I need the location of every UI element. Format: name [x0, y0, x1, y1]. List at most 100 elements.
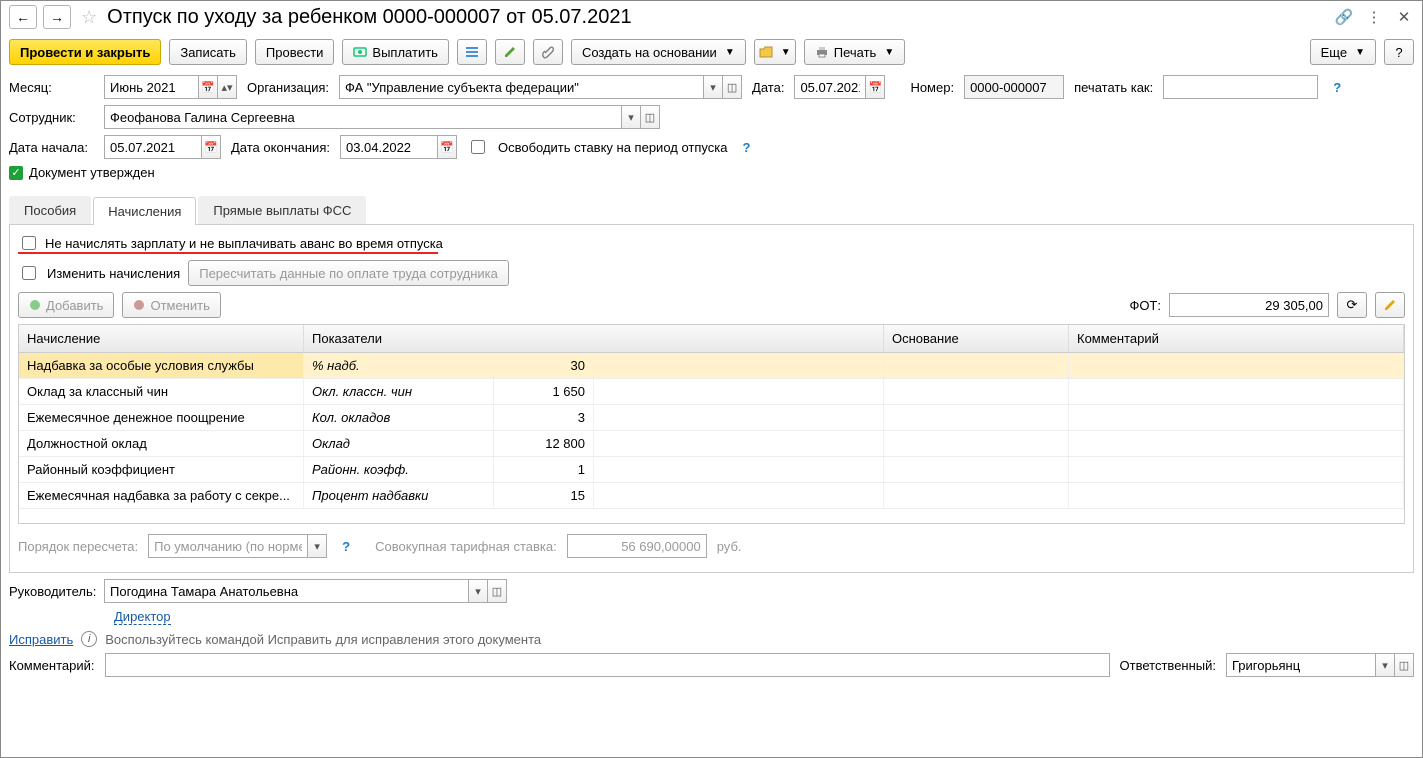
date-input[interactable]: [794, 75, 866, 99]
cell-basis: [884, 483, 1069, 508]
cell-comment: [1069, 353, 1404, 378]
nav-back-button[interactable]: ←: [9, 5, 37, 29]
calendar-icon[interactable]: 📅: [198, 75, 218, 99]
month-input[interactable]: [104, 75, 199, 99]
approved-checkbox[interactable]: ✓: [9, 166, 23, 180]
highlight-underline: [18, 252, 438, 254]
stepper-icon[interactable]: ▴▾: [217, 75, 237, 99]
create-based-button[interactable]: Создать на основании▼: [571, 39, 746, 65]
comment-field[interactable]: [105, 653, 1110, 677]
open-icon[interactable]: ◫: [640, 105, 660, 129]
table-row[interactable]: Ежемесячное денежное поощрениеКол. оклад…: [19, 405, 1404, 431]
pencil-icon: [503, 45, 517, 59]
startdate-label: Дата начала:: [9, 140, 94, 155]
open-icon[interactable]: ◫: [487, 579, 507, 603]
correct-link[interactable]: Исправить: [9, 632, 73, 647]
col-indicators[interactable]: Показатели: [304, 325, 884, 352]
save-button[interactable]: Записать: [169, 39, 247, 65]
cell-accrual: Должностной оклад: [19, 431, 304, 456]
number-field[interactable]: [964, 75, 1064, 99]
close-icon[interactable]: ✕: [1394, 7, 1414, 27]
link-icon[interactable]: 🔗: [1334, 7, 1354, 27]
enddate-field[interactable]: 📅: [340, 135, 457, 159]
col-basis[interactable]: Основание: [884, 325, 1069, 352]
recalc-order-input[interactable]: [148, 534, 308, 558]
employee-input[interactable]: [104, 105, 622, 129]
startdate-input[interactable]: [104, 135, 202, 159]
kebab-menu-icon[interactable]: ⋮: [1364, 7, 1384, 27]
print-button[interactable]: Печать▼: [804, 39, 906, 65]
calendar-icon[interactable]: 📅: [865, 75, 885, 99]
chevron-down-icon[interactable]: ▾: [703, 75, 723, 99]
org-field[interactable]: ▾ ◫: [339, 75, 742, 99]
help-icon[interactable]: ?: [337, 537, 355, 555]
responsible-input[interactable]: [1226, 653, 1376, 677]
col-accrual[interactable]: Начисление: [19, 325, 304, 352]
date-field[interactable]: 📅: [794, 75, 885, 99]
nocharge-label: Не начислять зарплату и не выплачивать а…: [45, 236, 443, 251]
attach-button[interactable]: [533, 39, 563, 65]
favorite-star-icon[interactable]: ☆: [81, 7, 97, 28]
tab-nachislenia[interactable]: Начисления: [93, 197, 196, 225]
calendar-icon[interactable]: 📅: [201, 135, 221, 159]
edit-button[interactable]: [495, 39, 525, 65]
cell-indicator: Оклад: [304, 431, 494, 456]
chevron-down-icon[interactable]: ▾: [1375, 653, 1395, 677]
manager-position-link[interactable]: Директор: [114, 609, 171, 625]
month-field[interactable]: 📅 ▴▾: [104, 75, 237, 99]
table-row[interactable]: Оклад за классный чинОкл. классн. чин1 6…: [19, 379, 1404, 405]
post-and-close-button[interactable]: Провести и закрыть: [9, 39, 161, 65]
tab-fss[interactable]: Прямые выплаты ФСС: [198, 196, 366, 224]
correct-hint: Воспользуйтесь командой Исправить для ис…: [105, 632, 541, 647]
cell-accrual: Надбавка за особые условия службы: [19, 353, 304, 378]
chevron-down-icon[interactable]: ▾: [468, 579, 488, 603]
cell-indicator: Процент надбавки: [304, 483, 494, 508]
list-view-button[interactable]: [457, 39, 487, 65]
fot-label: ФОТ:: [1129, 298, 1161, 313]
cell-comment: [1069, 405, 1404, 430]
more-button[interactable]: Еще▼: [1310, 39, 1376, 65]
info-icon[interactable]: i: [81, 631, 97, 647]
nocharge-checkbox[interactable]: [22, 236, 36, 250]
paperclip-icon: [541, 45, 555, 59]
pay-button[interactable]: Выплатить: [342, 39, 449, 65]
manager-field[interactable]: ▾ ◫: [104, 579, 507, 603]
printas-label: печатать как:: [1074, 80, 1153, 95]
table-row[interactable]: Надбавка за особые условия службы% надб.…: [19, 353, 1404, 379]
fot-field[interactable]: [1169, 293, 1329, 317]
employee-field[interactable]: ▾ ◫: [104, 105, 660, 129]
table-row[interactable]: Должностной окладОклад12 800: [19, 431, 1404, 457]
number-label: Номер:: [910, 80, 954, 95]
table-row[interactable]: Районный коэффициентРайонн. коэфф.1: [19, 457, 1404, 483]
chevron-down-icon: ▼: [884, 47, 894, 58]
change-accruals-checkbox[interactable]: [22, 266, 36, 280]
tab-posobia[interactable]: Пособия: [9, 196, 91, 224]
org-input[interactable]: [339, 75, 704, 99]
folder-action-button[interactable]: ▼: [754, 39, 796, 65]
cell-accrual: Оклад за классный чин: [19, 379, 304, 404]
chevron-down-icon[interactable]: ▾: [621, 105, 641, 129]
release-rate-checkbox[interactable]: [471, 140, 485, 154]
manager-input[interactable]: [104, 579, 469, 603]
table-row[interactable]: Ежемесячная надбавка за работу с секре..…: [19, 483, 1404, 509]
cancel-row-button: Отменить: [122, 292, 220, 318]
help-button[interactable]: ?: [1384, 39, 1414, 65]
edit-fot-button[interactable]: [1375, 292, 1405, 318]
responsible-field[interactable]: ▾ ◫: [1226, 653, 1414, 677]
help-icon[interactable]: ?: [737, 138, 755, 156]
startdate-field[interactable]: 📅: [104, 135, 221, 159]
post-button[interactable]: Провести: [255, 39, 335, 65]
recalc-order-field[interactable]: ▾: [148, 534, 327, 558]
open-icon[interactable]: ◫: [722, 75, 742, 99]
nav-forward-button[interactable]: →: [43, 5, 71, 29]
calendar-icon[interactable]: 📅: [437, 135, 457, 159]
enddate-input[interactable]: [340, 135, 438, 159]
col-comment[interactable]: Комментарий: [1069, 325, 1404, 352]
refresh-button[interactable]: ⟳: [1337, 292, 1367, 318]
employee-label: Сотрудник:: [9, 110, 94, 125]
help-icon[interactable]: ?: [1328, 78, 1346, 96]
chevron-down-icon[interactable]: ▾: [307, 534, 327, 558]
printas-field[interactable]: [1163, 75, 1318, 99]
open-icon[interactable]: ◫: [1394, 653, 1414, 677]
agg-rate-field[interactable]: [567, 534, 707, 558]
